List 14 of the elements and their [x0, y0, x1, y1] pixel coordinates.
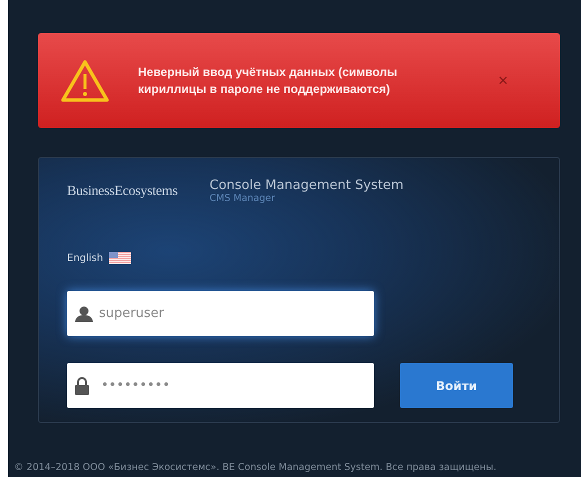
language-link[interactable]: English [67, 252, 104, 264]
login-button[interactable]: Войти [400, 363, 513, 408]
copyright-text: © 2014–2018 ООО «Бизнес Экосистемс». BE Console Management System. Все права защищены. [14, 462, 498, 473]
password-field[interactable]: ••••••••• [67, 363, 374, 408]
app-subtitle: CMS Manager [210, 193, 276, 204]
lock-icon [75, 376, 89, 394]
warning-icon [60, 58, 110, 102]
error-message: Неверный ввод учётных данных (символы кириллицы в пароле не поддерживаются) [137, 64, 398, 98]
username-field[interactable]: superuser [67, 291, 374, 336]
close-button[interactable]: × [494, 70, 512, 90]
app-title: Console Management System [210, 178, 404, 193]
user-icon [75, 306, 93, 322]
brand-logo: BusinessEcosystems [67, 184, 178, 200]
flag-icon [109, 252, 132, 264]
